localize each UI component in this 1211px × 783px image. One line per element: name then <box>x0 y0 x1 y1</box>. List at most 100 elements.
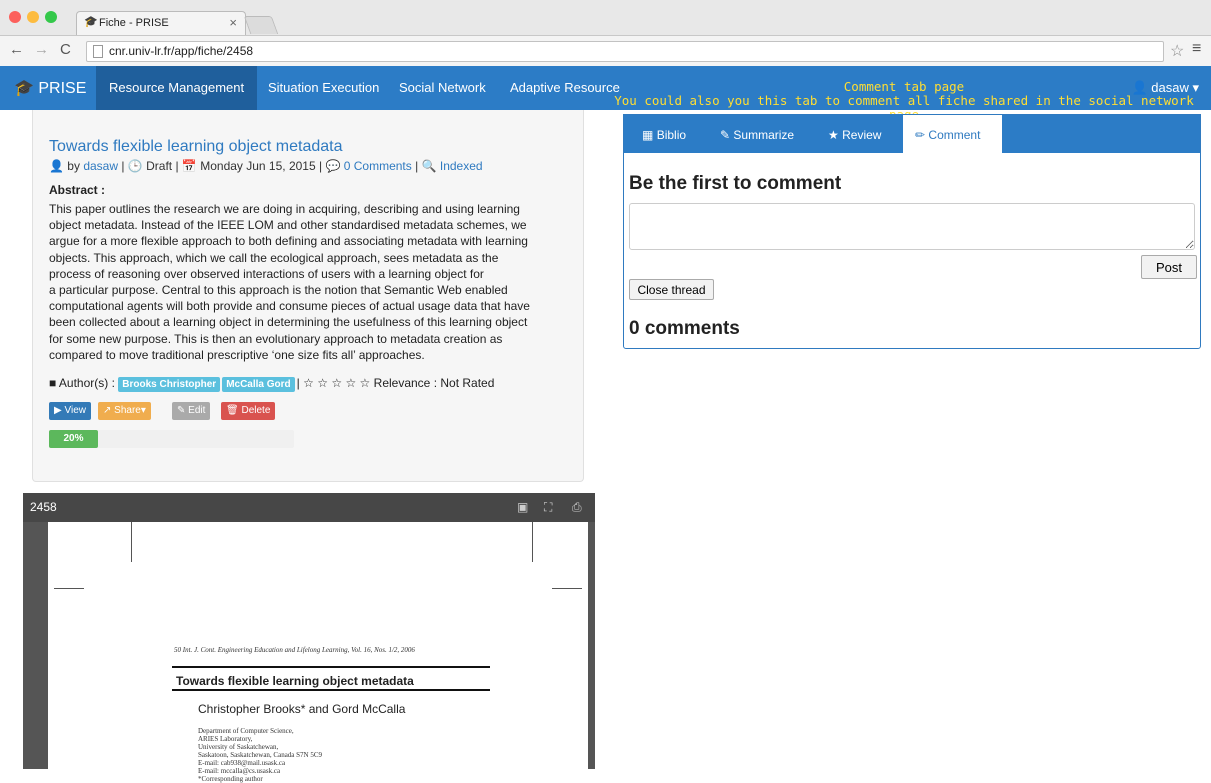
user-name: dasaw <box>1151 80 1189 95</box>
brand-logo[interactable]: 🎓 PRISE <box>14 78 86 98</box>
abstract-heading: Abstract : <box>49 183 106 197</box>
affiliation-line: Department of Computer Science, <box>198 727 294 735</box>
share-button[interactable]: ↗ Share▾ <box>98 402 151 420</box>
author-link[interactable]: dasaw <box>83 159 118 173</box>
tab-label: Summarize <box>733 128 795 142</box>
view-label: View <box>64 405 86 416</box>
book-icon: ■ <box>49 376 57 390</box>
comment-icon[interactable]: ▣ <box>517 493 528 522</box>
new-tab-button[interactable] <box>243 16 279 34</box>
nav-social-network[interactable]: Social Network <box>386 66 499 110</box>
share-label: Share <box>114 405 141 416</box>
comment-heading: Be the first to comment <box>629 173 842 194</box>
crop-mark <box>552 588 582 589</box>
search-icon: 🔍 <box>421 159 437 173</box>
browser-chrome: 🎓 Fiche - PRISE × ← → C cnr.univ-lr.fr/a… <box>0 0 1211 66</box>
delete-button[interactable]: 🗑 Delete <box>221 402 276 420</box>
abstract-line: This paper outlines the research we are … <box>49 202 520 216</box>
tab-summarize[interactable]: ✎ Summarize <box>708 115 806 153</box>
user-menu[interactable]: 👤 dasaw ▾ <box>1131 80 1199 96</box>
download-icon[interactable]: ⎙ <box>572 493 582 522</box>
author-tag[interactable]: Brooks Christopher <box>118 377 221 392</box>
affiliation-line: E-mail: mccalla@cs.usask.ca <box>198 767 281 775</box>
crop-mark <box>532 522 533 562</box>
grid-icon: ▦ <box>642 128 654 142</box>
trash-icon: 🗑 <box>226 405 239 416</box>
minimize-window-button[interactable] <box>27 11 39 23</box>
star-icon[interactable]: ☆ <box>331 376 342 390</box>
browser-tab[interactable]: 🎓 Fiche - PRISE × <box>76 11 246 35</box>
star-icon[interactable]: ☆ <box>345 376 356 390</box>
abstract-line: compared to move traditional prescriptiv… <box>49 347 425 362</box>
comment-textarea[interactable] <box>629 203 1195 250</box>
abstract-line: a particular purpose. Central to this ap… <box>49 283 508 298</box>
pdf-toolbar: 2458 ▣ ⛶ ⎙ <box>23 493 595 522</box>
nav-situation-execution[interactable]: Situation Execution <box>255 66 392 110</box>
abstract-line: object metadata. Instead of the IEEE LOM… <box>49 218 527 233</box>
close-window-button[interactable] <box>9 11 21 23</box>
authors-label: Author(s) : <box>58 376 115 390</box>
tab-biblio[interactable]: ▦ Biblio <box>630 115 698 153</box>
graduation-cap-icon: 🎓 <box>14 80 34 97</box>
indexed-link[interactable]: Indexed <box>440 159 483 173</box>
fiche-title[interactable]: Towards flexible learning object metadat… <box>49 138 343 156</box>
star-icon[interactable]: ☆ <box>303 376 314 390</box>
affiliation-line: *Corresponding author <box>198 775 263 783</box>
caret-down-icon: ▾ <box>1192 80 1199 95</box>
star-icon[interactable]: ☆ <box>360 376 371 390</box>
calendar-icon: 📅 <box>181 159 197 173</box>
rating-stars[interactable]: ☆ ☆ ☆ ☆ ☆ <box>303 376 374 390</box>
comment-panel: ▦ Biblio ✎ Summarize ★ Review ✏ Comment … <box>623 114 1201 349</box>
graduation-cap-icon: 🎓 <box>84 16 98 28</box>
abstract-line: computational agents will both provide a… <box>49 299 530 314</box>
tab-label: Review <box>842 128 882 142</box>
tab-close-button[interactable]: × <box>229 12 237 34</box>
brand-name: PRISE <box>38 80 87 97</box>
view-button[interactable]: ▶ View <box>49 402 91 420</box>
maximize-window-button[interactable] <box>45 11 57 23</box>
edit-icon: ✎ <box>177 405 186 416</box>
back-icon[interactable]: ← <box>9 41 24 59</box>
date-text: Monday Jun 15, 2015 <box>200 159 316 173</box>
comments-link[interactable]: 0 Comments <box>344 159 412 173</box>
author-tag[interactable]: McCalla Gord <box>222 377 295 392</box>
caret-down-icon: ▾ <box>140 405 146 416</box>
crop-mark <box>131 522 132 562</box>
edit-label: Edit <box>188 405 206 416</box>
nav-resource-management[interactable]: Resource Management <box>96 66 258 110</box>
tab-label: Biblio <box>656 128 687 142</box>
abstract-line: process of reasoning over observed inter… <box>49 266 484 281</box>
reload-icon[interactable]: C <box>60 41 71 59</box>
menu-icon[interactable]: ≡ <box>1192 40 1201 58</box>
status-text: Draft <box>146 159 173 173</box>
pdf-title: Towards flexible learning object metadat… <box>176 674 414 688</box>
url-text: cnr.univ-lr.fr/app/fiche/2458 <box>109 44 254 58</box>
edit-button[interactable]: ✎ Edit <box>172 402 211 420</box>
nav-adaptive-resource[interactable]: Adaptive Resource <box>497 66 633 110</box>
fullscreen-icon[interactable]: ⛶ <box>544 493 552 522</box>
tab-title: Fiche - PRISE <box>99 17 169 29</box>
forward-icon[interactable]: → <box>34 41 49 59</box>
progress-fill: 20% <box>49 430 98 448</box>
delete-label: Delete <box>241 405 271 416</box>
progress-bar: 20% <box>49 430 294 448</box>
affiliation-line: University of Saskatchewan, <box>198 743 279 751</box>
abstract-line: been collected about a learning object i… <box>49 315 528 330</box>
pdf-journal-line: 50 Int. J. Cont. Engineering Education a… <box>174 646 415 654</box>
relevance-text: Relevance : Not Rated <box>373 376 495 390</box>
abstract-text: This paper outlines the research we are … <box>49 201 559 363</box>
bookmark-star-icon[interactable]: ☆ <box>1170 41 1184 61</box>
close-thread-button[interactable]: Close thread <box>629 279 714 300</box>
url-field[interactable]: cnr.univ-lr.fr/app/fiche/2458 <box>86 41 1164 62</box>
tab-comment[interactable]: ✏ Comment <box>903 115 1002 153</box>
post-button[interactable]: Post <box>1141 255 1197 279</box>
abstract-line: objects. This approach, which we call th… <box>49 250 499 265</box>
crop-mark <box>54 588 84 589</box>
user-icon: 👤 <box>1131 80 1148 95</box>
page-icon <box>93 45 103 58</box>
tab-review[interactable]: ★ Review <box>816 115 893 153</box>
star-icon[interactable]: ☆ <box>317 376 328 390</box>
tab-label: Comment <box>928 128 981 142</box>
by-label: by <box>67 159 80 173</box>
comment-icon: 💬 <box>325 159 341 173</box>
